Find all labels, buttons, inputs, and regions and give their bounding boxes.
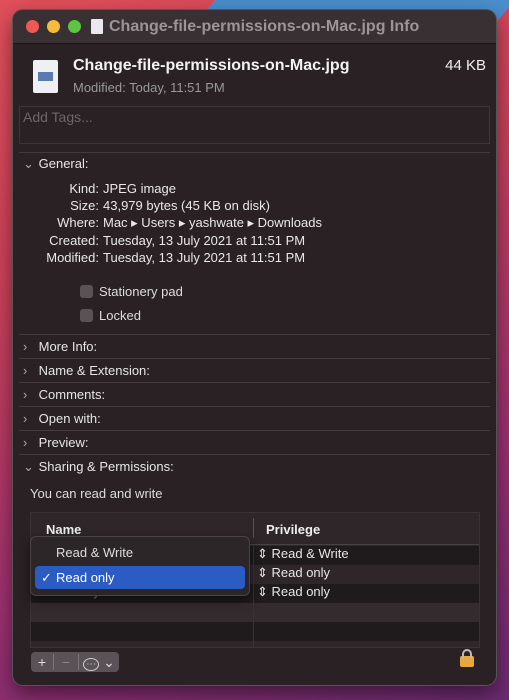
column-privilege[interactable]: Privilege bbox=[266, 522, 320, 537]
section-label: Comments: bbox=[38, 387, 106, 402]
section-label: Sharing & Permissions: bbox=[38, 459, 174, 474]
checkmark-icon: ✓ bbox=[41, 570, 52, 585]
menu-item-read-only[interactable]: ✓ Read only bbox=[35, 566, 245, 589]
section-label: Name & Extension: bbox=[38, 363, 150, 378]
chevron-right-icon: › bbox=[23, 387, 28, 402]
file-modified: Modified: Today, 11:51 PM bbox=[73, 80, 225, 95]
modified-label: Modified: bbox=[46, 250, 99, 265]
chevron-right-icon: › bbox=[23, 363, 28, 378]
empty-row bbox=[31, 603, 479, 622]
created-label: Created: bbox=[49, 233, 99, 248]
chevron-right-icon: › bbox=[23, 339, 28, 354]
action-menu-button[interactable]: ⋯ ⌄ bbox=[79, 654, 119, 671]
section-comments[interactable]: › Comments: bbox=[23, 387, 105, 402]
tags-input[interactable]: Add Tags... bbox=[19, 106, 490, 144]
section-sharing[interactable]: ⌄ Sharing & Permissions: bbox=[23, 459, 174, 475]
size-value: 43,979 bytes (45 KB on disk) bbox=[103, 198, 270, 213]
stationery-pad-checkbox[interactable]: Stationery pad bbox=[80, 284, 183, 299]
info-window: Change-file-permissions-on-Mac.jpg Info … bbox=[13, 10, 496, 685]
chevron-down-icon: ⌄ bbox=[23, 459, 34, 474]
privilege-select[interactable]: Read only bbox=[272, 584, 331, 599]
section-label: Open with: bbox=[38, 411, 101, 426]
chevron-down-icon: ⌄ bbox=[23, 156, 34, 171]
lock-icon[interactable] bbox=[460, 649, 474, 667]
modified-value: Tuesday, 13 July 2021 at 11:51 PM bbox=[103, 250, 306, 265]
divider bbox=[19, 406, 490, 407]
window-title: Change-file-permissions-on-Mac.jpg Info bbox=[109, 17, 420, 35]
locked-checkbox[interactable]: Locked bbox=[80, 308, 141, 323]
divider bbox=[19, 152, 490, 153]
privilege-select[interactable]: Read only bbox=[272, 565, 331, 580]
add-button[interactable]: + bbox=[31, 654, 53, 670]
permission-status: You can read and write bbox=[30, 486, 163, 501]
divider bbox=[19, 382, 490, 383]
column-name[interactable]: Name bbox=[46, 522, 81, 537]
section-name-extension[interactable]: › Name & Extension: bbox=[23, 363, 150, 378]
chevron-right-icon: › bbox=[23, 435, 28, 450]
chevron-right-icon: › bbox=[23, 411, 28, 426]
where-label: Where: bbox=[57, 215, 99, 230]
document-icon bbox=[91, 19, 103, 34]
general-info: Kind: JPEG image Size: 43,979 bytes (45 KB… bbox=[13, 181, 322, 265]
close-button[interactable] bbox=[26, 20, 39, 33]
file-name: Change-file-permissions-on-Mac.jpg bbox=[73, 57, 350, 74]
section-label: Preview: bbox=[38, 435, 89, 450]
privilege-dropdown-menu: Read & Write ✓ Read only bbox=[30, 536, 250, 596]
size-label: Size: bbox=[70, 198, 99, 213]
kind-label: Kind: bbox=[69, 181, 99, 196]
privilege-select[interactable]: Read & Write bbox=[272, 546, 349, 561]
where-value: Mac ▸ Users ▸ yashwate ▸ Downloads bbox=[103, 215, 322, 230]
checkbox-label: Locked bbox=[99, 308, 141, 323]
kind-value: JPEG image bbox=[103, 181, 176, 196]
section-general[interactable]: ⌄ General: bbox=[23, 156, 89, 172]
checkbox-label: Stationery pad bbox=[99, 284, 183, 299]
permissions-toolbar: + − ⋯ ⌄ bbox=[31, 652, 119, 672]
divider bbox=[19, 334, 490, 335]
section-label: More Info: bbox=[38, 339, 98, 354]
divider bbox=[19, 454, 490, 455]
minimize-button[interactable] bbox=[47, 20, 60, 33]
divider bbox=[19, 430, 490, 431]
title-bar[interactable]: Change-file-permissions-on-Mac.jpg Info bbox=[13, 10, 496, 44]
section-label: General: bbox=[38, 156, 89, 171]
section-preview[interactable]: › Preview: bbox=[23, 435, 88, 450]
jpg-file-icon bbox=[33, 60, 58, 93]
menu-item-read-write[interactable]: Read & Write bbox=[35, 541, 245, 564]
created-value: Tuesday, 13 July 2021 at 11:51 PM bbox=[103, 233, 306, 248]
menu-item-label: Read only bbox=[56, 570, 115, 585]
empty-row bbox=[31, 622, 479, 641]
section-more-info[interactable]: › More Info: bbox=[23, 339, 97, 354]
zoom-button[interactable] bbox=[68, 20, 81, 33]
section-open-with[interactable]: › Open with: bbox=[23, 411, 101, 426]
ellipsis-circle-icon: ⋯ bbox=[83, 657, 100, 671]
remove-button[interactable]: − bbox=[53, 654, 79, 670]
file-size: 44 KB bbox=[445, 57, 486, 74]
divider bbox=[19, 358, 490, 359]
